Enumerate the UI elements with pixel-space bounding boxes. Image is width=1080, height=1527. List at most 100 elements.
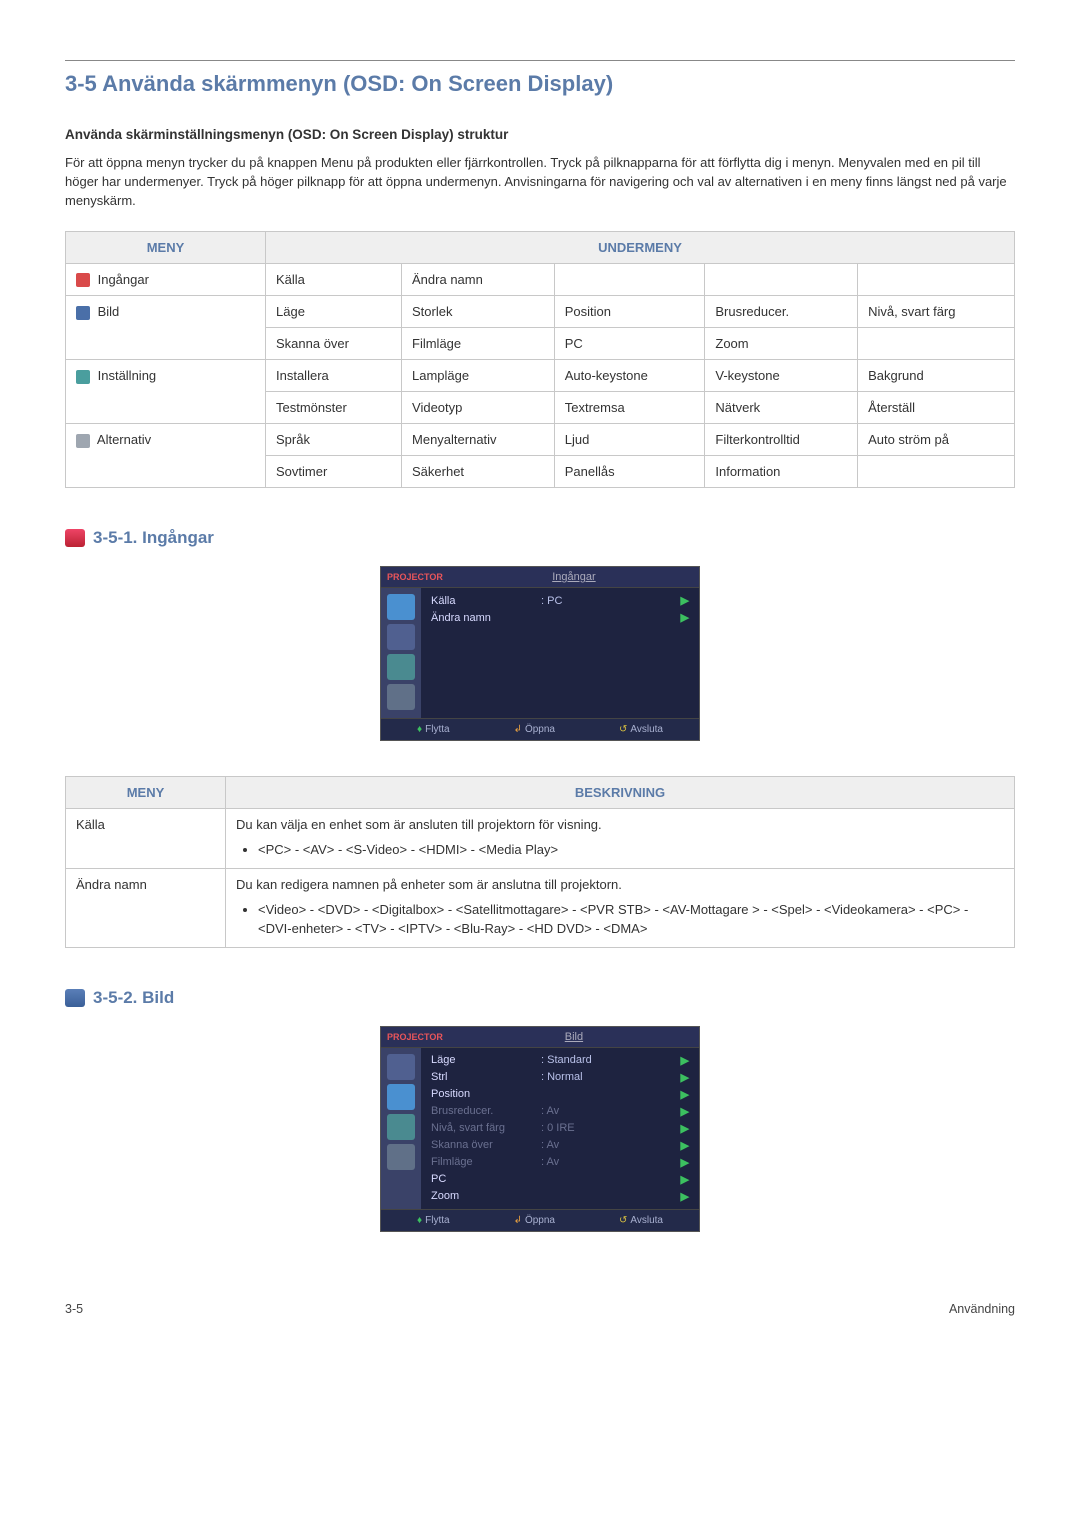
arrow-right-icon: ▶: [681, 1088, 689, 1101]
osd-row-value: : Av: [541, 1156, 681, 1168]
inputs-description-table: MENY BESKRIVNING Källa Du kan välja en en…: [65, 776, 1015, 948]
osd-side-options-icon: [387, 684, 415, 710]
submenu-cell: Språk: [266, 424, 402, 456]
desc-text-cell: Du kan redigera namnen på enheter som är…: [226, 868, 1015, 947]
osd-menu-row: Ändra namn ▶: [431, 611, 689, 624]
osd-row-value: : Av: [541, 1139, 681, 1151]
move-icon: ♦: [417, 1215, 422, 1226]
section-1-heading: 3-5-1. Ingångar: [65, 528, 1015, 548]
osd-side-inputs-icon: [387, 1054, 415, 1080]
submenu-cell: Filmläge: [402, 328, 555, 360]
picture-section-icon: [65, 989, 85, 1007]
section-1-title: 3-5-1. Ingångar: [93, 528, 214, 548]
submenu-cell: Videotyp: [402, 392, 555, 424]
osd-projector-tag: PROJECTOR: [381, 567, 449, 587]
osd-footer-open: ↲Öppna: [514, 724, 555, 735]
desc-menu-header: MENY: [66, 777, 226, 809]
osd-menu-row: Nivå, svart färg: 0 IRE▶: [431, 1122, 689, 1135]
section-2-heading: 3-5-2. Bild: [65, 988, 1015, 1008]
menu-cell: Ingångar: [66, 263, 266, 296]
submenu-cell: V-keystone: [705, 360, 858, 392]
arrow-right-icon: ▶: [681, 1054, 689, 1067]
submenu-cell: [705, 263, 858, 296]
arrow-right-icon: ▶: [681, 594, 689, 607]
return-icon: ↺: [619, 1215, 627, 1226]
submenu-cell: Auto-keystone: [554, 360, 705, 392]
osd-row-label: Ändra namn: [431, 612, 541, 624]
desc-description-header: BESKRIVNING: [226, 777, 1015, 809]
osd-sidebar: [381, 1048, 421, 1209]
menu-header: MENY: [66, 231, 266, 263]
menu-cell: Bild: [66, 296, 266, 360]
submenu-cell: Auto ström på: [858, 424, 1015, 456]
osd-row-value: : Normal: [541, 1071, 681, 1083]
submenu-cell: Nätverk: [705, 392, 858, 424]
desc-text-cell: Du kan välja en enhet som är ansluten ti…: [226, 809, 1015, 869]
submenu-cell: [858, 263, 1015, 296]
osd-row-label: Skanna över: [431, 1139, 541, 1151]
desc-menu-cell: Källa: [66, 809, 226, 869]
submenu-cell: Position: [554, 296, 705, 328]
osd-side-inputs-icon: [387, 594, 415, 620]
osd-row-value: : PC: [541, 595, 681, 607]
osd-row-label: Zoom: [431, 1190, 541, 1202]
desc-paragraph: Du kan välja en enhet som är ansluten ti…: [236, 817, 1004, 832]
submenu-cell: Menyalternativ: [402, 424, 555, 456]
arrow-right-icon: ▶: [681, 611, 689, 624]
inputs-section-icon: [65, 529, 85, 547]
osd-footer-exit: ↺Avsluta: [619, 724, 663, 735]
osd-footer-move: ♦Flytta: [417, 1215, 450, 1226]
osd-screenshot-picture: PROJECTOR Bild Läge: Standard▶Strl: Norm…: [380, 1026, 700, 1232]
submenu-cell: Zoom: [705, 328, 858, 360]
osd-row-label: Strl: [431, 1071, 541, 1083]
osd-row-value: : 0 IRE: [541, 1122, 681, 1134]
table-row: InställningInstalleraLamplägeAuto-keysto…: [66, 360, 1015, 392]
submenu-cell: Panellås: [554, 456, 705, 488]
submenu-cell: Storlek: [402, 296, 555, 328]
submenu-cell: Brusreducer.: [705, 296, 858, 328]
desc-menu-cell: Ändra namn: [66, 868, 226, 947]
arrow-right-icon: ▶: [681, 1105, 689, 1118]
submenu-header: UNDERMENY: [266, 231, 1015, 263]
footer-right: Användning: [949, 1302, 1015, 1316]
submenu-cell: Läge: [266, 296, 402, 328]
submenu-cell: Filterkontrolltid: [705, 424, 858, 456]
page-title: 3-5 Använda skärmmenyn (OSD: On Screen D…: [65, 71, 1015, 97]
menu-cell: Alternativ: [66, 424, 266, 488]
osd-row-label: Läge: [431, 1054, 541, 1066]
enter-icon: ↲: [514, 1215, 522, 1226]
menu-category-icon: [76, 370, 90, 384]
osd-sidebar: [381, 588, 421, 718]
arrow-right-icon: ▶: [681, 1122, 689, 1135]
osd-row-label: Position: [431, 1088, 541, 1100]
submenu-cell: Lampläge: [402, 360, 555, 392]
desc-bullet: <PC> - <AV> - <S-Video> - <HDMI> - <Medi…: [258, 840, 1004, 860]
osd-row-label: Källa: [431, 595, 541, 607]
submenu-cell: PC: [554, 328, 705, 360]
menu-category-icon: [76, 434, 90, 448]
submenu-cell: Ändra namn: [402, 263, 555, 296]
osd-title: Ingångar: [449, 567, 699, 587]
submenu-cell: Installera: [266, 360, 402, 392]
table-row: IngångarKällaÄndra namn: [66, 263, 1015, 296]
osd-footer-exit: ↺Avsluta: [619, 1215, 663, 1226]
submenu-cell: Säkerhet: [402, 456, 555, 488]
osd-side-picture-icon: [387, 1084, 415, 1110]
enter-icon: ↲: [514, 724, 522, 735]
osd-menu-row: Brusreducer.: Av▶: [431, 1105, 689, 1118]
submenu-cell: Information: [705, 456, 858, 488]
osd-footer-open: ↲Öppna: [514, 1215, 555, 1226]
desc-bullet: <Video> - <DVD> - <Digitalbox> - <Satell…: [258, 900, 1004, 939]
osd-side-options-icon: [387, 1144, 415, 1170]
submenu-cell: Bakgrund: [858, 360, 1015, 392]
submenu-cell: [554, 263, 705, 296]
table-row: Källa Du kan välja en enhet som är anslut…: [66, 809, 1015, 869]
arrow-right-icon: ▶: [681, 1190, 689, 1203]
osd-row-label: Brusreducer.: [431, 1105, 541, 1117]
osd-menu-row: Källa: PC▶: [431, 594, 689, 607]
intro-text: För att öppna menyn trycker du på knappe…: [65, 154, 1015, 211]
intro-heading: Använda skärminställningsmenyn (OSD: On …: [65, 127, 1015, 142]
osd-menu-row: Filmläge: Av▶: [431, 1156, 689, 1169]
osd-projector-tag: PROJECTOR: [381, 1027, 449, 1047]
osd-row-label: Filmläge: [431, 1156, 541, 1168]
